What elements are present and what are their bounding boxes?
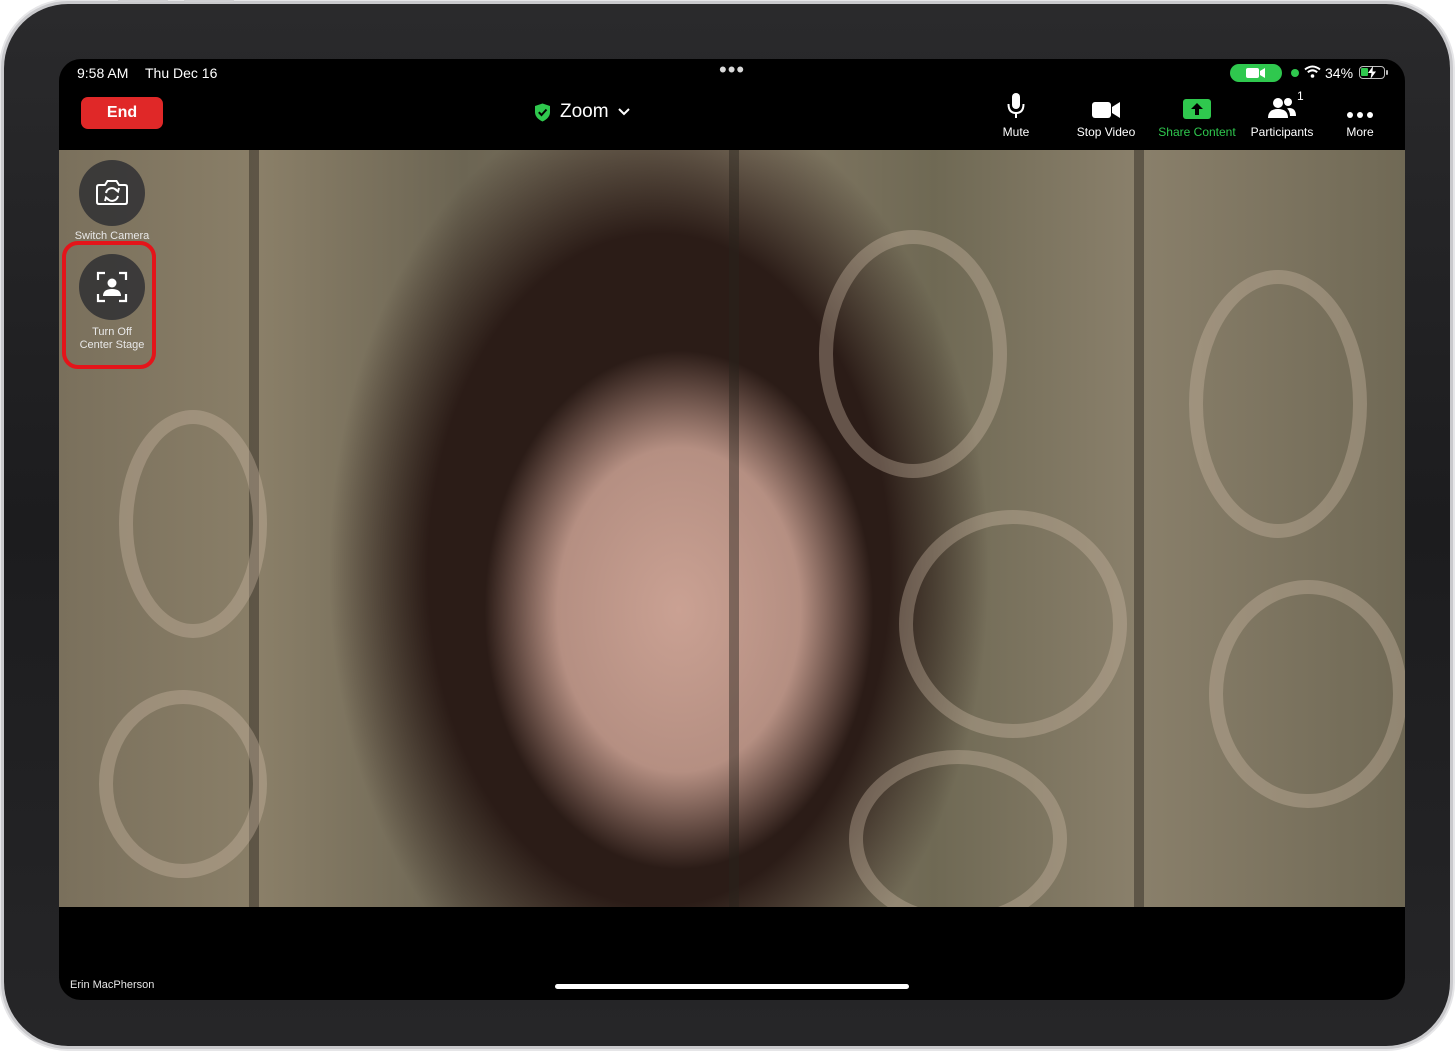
participants-label: Participants (1250, 125, 1314, 139)
more-label: More (1346, 125, 1374, 139)
volume-down-button (184, 0, 234, 2)
share-content-button[interactable]: Share Content (1152, 93, 1242, 139)
screen: 9:58 AM Thu Dec 16 ••• 34% End Zoom Mute… (59, 59, 1405, 1000)
meeting-toolbar: Mute Stop Video Share Content 1 Particip… (59, 89, 1405, 139)
video-feed (59, 150, 1405, 907)
participant-name-tag: Erin MacPherson (70, 979, 155, 991)
volume-up-button (118, 0, 168, 2)
video-camera-icon (1092, 102, 1120, 118)
stop-video-label: Stop Video (1076, 125, 1136, 139)
mute-button[interactable]: Mute (971, 93, 1061, 139)
camera-switch-icon (96, 180, 128, 205)
status-date: Thu Dec 16 (145, 65, 218, 81)
camera-in-use-indicator (1230, 64, 1282, 82)
stop-video-button[interactable]: Stop Video (1061, 93, 1151, 139)
status-time: 9:58 AM (77, 65, 129, 81)
participants-button[interactable]: 1 Participants (1237, 89, 1327, 139)
privacy-indicator-dot (1291, 69, 1299, 77)
share-content-label: Share Content (1158, 125, 1236, 139)
participants-count: 1 (1297, 89, 1304, 103)
ipad-frame: 9:58 AM Thu Dec 16 ••• 34% End Zoom Mute… (4, 0, 1450, 1046)
status-bar: 9:58 AM Thu Dec 16 ••• 34% (59, 59, 1405, 89)
mute-label: Mute (1002, 125, 1030, 139)
multitasking-dots-icon[interactable]: ••• (719, 59, 745, 81)
battery-percent: 34% (1325, 65, 1354, 81)
share-upload-icon (1183, 99, 1211, 119)
microphone-icon (1007, 93, 1025, 118)
more-button[interactable]: More (1315, 93, 1405, 139)
home-indicator[interactable] (555, 984, 909, 989)
battery-icon (1359, 66, 1388, 79)
more-dots-icon (1347, 112, 1373, 118)
switch-camera-button[interactable] (79, 160, 145, 226)
charging-bolt-icon (1368, 66, 1376, 79)
highlight-annotation (62, 241, 156, 369)
wifi-icon (1304, 65, 1321, 78)
video-camera-icon (1246, 68, 1265, 78)
participants-icon (1268, 98, 1296, 118)
